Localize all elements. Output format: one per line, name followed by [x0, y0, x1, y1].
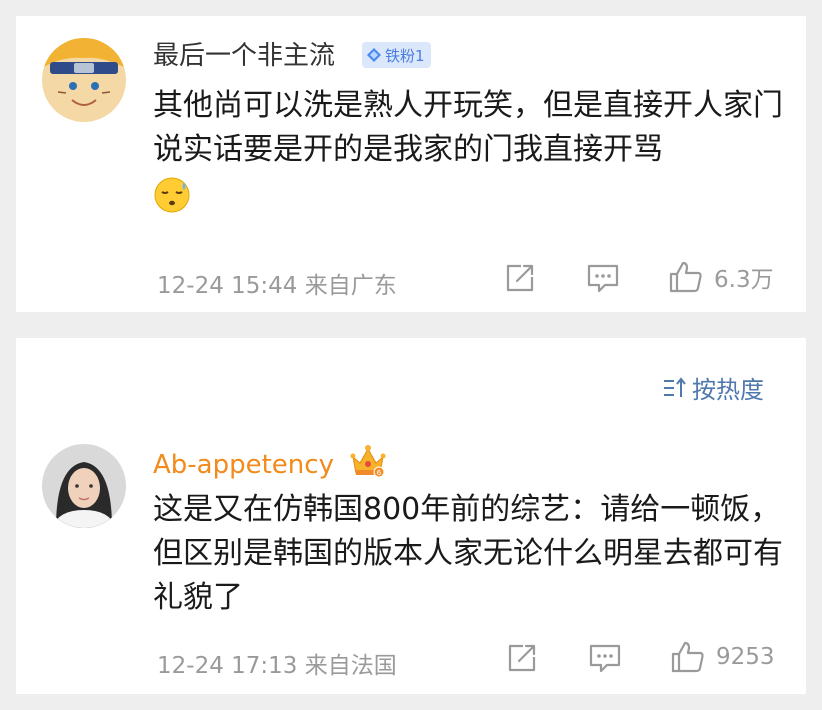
comment-card: 最后一个非主流 铁粉1 其他尚可以洗是熟人开玩笑，但是直接开人家门说实话要是开的…	[16, 16, 806, 312]
fan-badge[interactable]: 铁粉1	[362, 42, 431, 68]
avatar[interactable]	[42, 444, 126, 528]
sort-icon	[664, 376, 686, 397]
like-button[interactable]: 6.3万	[668, 260, 774, 294]
comment-icon	[589, 644, 621, 673]
comment-time: 12-24 17:13	[157, 653, 298, 679]
crown-icon[interactable]: 6	[350, 444, 386, 482]
avatar-image	[42, 38, 126, 122]
diamond-icon	[367, 48, 381, 62]
cold-sweat-emoji	[153, 176, 191, 218]
comment-text: 这是又在仿韩国800年前的综艺：请给一顿饭，但区别是韩国的版本人家无论什么明星去…	[153, 492, 783, 615]
sort-button[interactable]: 按热度	[662, 370, 764, 405]
avatar[interactable]	[42, 38, 126, 122]
share-button[interactable]	[506, 642, 538, 674]
comment-card: 按热度 Ab-appetency 6 这是又在仿韩国800年前的综艺：请给一顿饭…	[16, 338, 806, 694]
username[interactable]: 最后一个非主流	[153, 39, 335, 73]
comment-time: 12-24 15:44	[157, 273, 298, 299]
fan-badge-label: 铁粉1	[385, 46, 425, 65]
comment-location: 来自法国	[304, 653, 397, 679]
share-icon	[508, 644, 536, 672]
like-count: 6.3万	[714, 267, 774, 293]
reply-button[interactable]	[588, 642, 622, 674]
share-icon	[506, 264, 534, 292]
comment-location: 来自广东	[304, 273, 397, 299]
avatar-image	[42, 444, 126, 528]
comment-meta: 12-24 15:44 来自广东	[157, 266, 397, 300]
sort-label: 按热度	[692, 376, 764, 404]
comment-meta: 12-24 17:13 来自法国	[157, 646, 397, 680]
thumbs-up-icon	[669, 261, 702, 293]
reply-button[interactable]	[586, 262, 620, 294]
share-button[interactable]	[504, 262, 536, 294]
like-button[interactable]: 9253	[670, 640, 775, 674]
comment-icon	[587, 264, 619, 293]
like-count: 9253	[716, 644, 775, 670]
username[interactable]: Ab-appetency	[153, 448, 334, 482]
thumbs-up-icon	[671, 641, 704, 673]
comment-text: 其他尚可以洗是熟人开玩笑，但是直接开人家门说实话要是开的是我家的门我直接开骂	[153, 88, 783, 167]
svg-text:6: 6	[377, 469, 382, 477]
